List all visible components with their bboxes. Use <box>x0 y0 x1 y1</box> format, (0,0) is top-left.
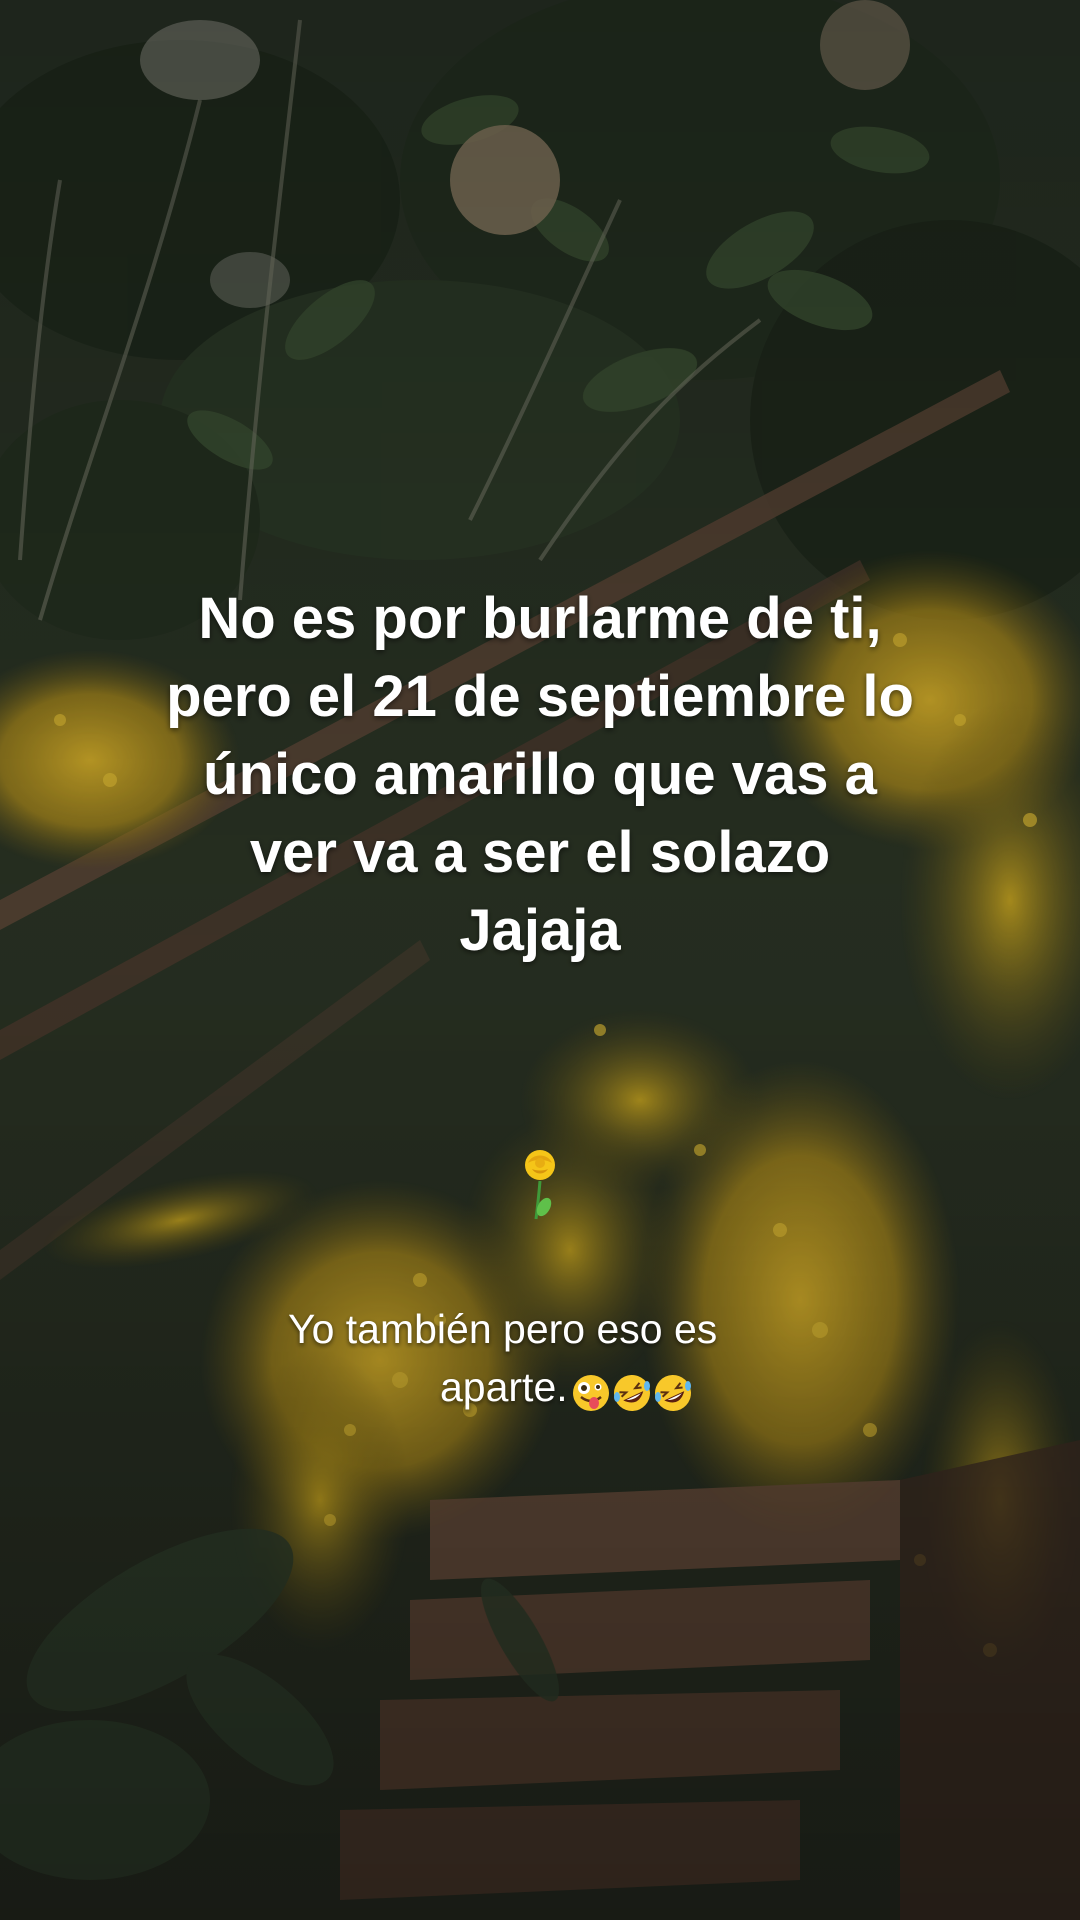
reply-caption: Yo también pero eso es aparte. <box>200 1300 900 1419</box>
caption-line: No es por burlarme de ti, <box>198 586 882 651</box>
emoji-row <box>570 1361 693 1419</box>
caption-line: ver va a ser el solazo <box>249 820 831 885</box>
reply-line-1: Yo también pero eso es <box>288 1306 718 1352</box>
main-caption: No es por burlarme de ti, pero el 21 de … <box>60 580 1020 970</box>
reply-line-2: aparte. <box>200 1358 900 1419</box>
caption-line: único amarillo que vas a <box>203 742 877 807</box>
rolling-laughing-icon <box>613 1375 650 1412</box>
yellow-rose-icon <box>525 1150 555 1220</box>
reply-line-2-text: aparte. <box>440 1364 568 1410</box>
rolling-laughing-icon <box>654 1375 691 1412</box>
caption-line: Jajaja <box>459 898 621 963</box>
zany-face-icon <box>572 1375 609 1412</box>
caption-line: pero el 21 de septiembre lo <box>166 664 914 729</box>
